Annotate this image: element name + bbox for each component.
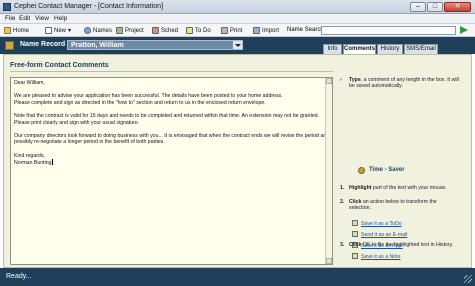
link-label: Save it as a ToDo: [361, 221, 402, 227]
window-title: Cephei Contact Manager - [Contact Inform…: [14, 3, 164, 10]
name-record-select[interactable]: Pratton, William: [67, 40, 243, 50]
link-label: Save it as a Note: [361, 254, 401, 260]
chevron-down-icon[interactable]: [232, 41, 242, 49]
printer-icon: [221, 27, 228, 34]
step-number: 2.: [340, 199, 345, 205]
scroll-up-button[interactable]: [326, 78, 332, 84]
save-as-todo-link[interactable]: Save it as a ToDo: [352, 220, 402, 228]
step-text: an action below to transform the selecti…: [349, 199, 437, 212]
app-icon: [3, 3, 11, 11]
hint-bullet: ›: [340, 77, 342, 83]
names-button[interactable]: Names: [84, 26, 112, 35]
memo-line: Our company directors look forward to do…: [14, 132, 330, 139]
menu-file[interactable]: File: [5, 15, 15, 22]
scroll-down-button[interactable]: [326, 258, 332, 264]
memo-line: Kind regards,: [14, 152, 45, 159]
print-label: Print: [230, 27, 243, 34]
memo-line: possibly re-negotiate a longer period in…: [14, 139, 165, 146]
text-caret: [51, 159, 53, 166]
import-button[interactable]: Import: [253, 26, 279, 35]
section-title: Free-form Contact Comments: [10, 62, 109, 69]
names-label: Names: [93, 27, 113, 34]
project-button[interactable]: Project: [116, 26, 144, 35]
calendar-icon: [152, 27, 159, 34]
menu-edit[interactable]: Edit: [19, 15, 30, 22]
comments-text: Dear William, We are pleased to advise y…: [14, 80, 330, 167]
resize-grip-icon[interactable]: [464, 275, 472, 283]
tab-history[interactable]: History: [377, 44, 403, 54]
status-bar: Ready...: [0, 268, 475, 286]
comments-textarea[interactable]: Dear William, We are pleased to advise y…: [10, 77, 333, 265]
close-button[interactable]: ✕: [444, 2, 471, 12]
link-label: Send it as an E-mail: [361, 232, 408, 238]
names-icon: [84, 27, 91, 34]
time-saver-title: Time - Saver: [369, 167, 405, 173]
step-text: part of the text with your mouse.: [371, 185, 447, 191]
note-icon: [352, 253, 358, 259]
project-icon: [116, 27, 123, 34]
menu-bar: File Edit View Help: [0, 14, 475, 24]
maximize-button[interactable]: □: [427, 2, 443, 12]
toolbar: Home New ▾ Names Project Sched To Do Pri…: [0, 24, 475, 37]
chevron-down-icon: ▾: [68, 28, 72, 34]
record-icon: [5, 41, 14, 50]
print-button[interactable]: Print: [221, 26, 242, 35]
help-panel: › Type, a comment of any length in the b…: [340, 73, 465, 265]
todo-icon: [352, 220, 358, 226]
hint-bold: Type: [349, 77, 361, 83]
memo-line: Please complete and sign as directed in …: [14, 99, 266, 106]
import-label: Import: [262, 27, 280, 34]
step-number: 3.: [340, 242, 345, 248]
home-icon: [4, 27, 11, 34]
step-bold: Click: [349, 242, 362, 248]
new-icon: [45, 27, 52, 34]
memo-line: Note that the contract is valid for 15 d…: [14, 112, 320, 119]
step-bold: Highlight: [349, 185, 372, 191]
name-record-label: Name Record :: [20, 41, 70, 48]
new-label: New: [54, 27, 67, 34]
go-arrow-icon[interactable]: [460, 26, 468, 34]
new-button[interactable]: New ▾: [45, 26, 71, 35]
sched-label: Sched: [161, 27, 179, 34]
minimize-button[interactable]: –: [410, 2, 426, 12]
status-text: Ready...: [6, 273, 32, 280]
name-search-input[interactable]: [321, 26, 456, 35]
memo-line: We are pleased to advise your applicatio…: [14, 93, 283, 100]
save-as-note-link[interactable]: Save it as a Note: [352, 253, 401, 261]
title-bar: Cephei Contact Manager - [Contact Inform…: [0, 0, 475, 14]
sched-button[interactable]: Sched: [152, 26, 178, 35]
todo-button[interactable]: To Do: [186, 26, 211, 35]
step-number: 1.: [340, 185, 345, 191]
clock-icon: [358, 167, 365, 174]
home-button[interactable]: Home: [4, 26, 29, 35]
memo-line-last: Norman Bunting: [14, 159, 330, 167]
menu-view[interactable]: View: [35, 15, 49, 22]
project-label: Project: [125, 27, 144, 34]
memo-line: Norman Bunting: [14, 160, 52, 167]
menu-help[interactable]: Help: [54, 15, 67, 22]
step-text: OK to file the highlighted text in Histo…: [361, 242, 454, 248]
memo-line: Dear William,: [14, 80, 45, 86]
divider: [10, 71, 333, 72]
name-record-value: Pratton, William: [71, 42, 124, 49]
tab-info[interactable]: Info: [323, 44, 342, 54]
home-label: Home: [13, 27, 30, 34]
send-as-email-link[interactable]: Send it as an E-mail: [352, 231, 407, 239]
memo-scrollbar[interactable]: [325, 78, 332, 264]
memo-line: Please print clearly and sign with your …: [14, 119, 140, 126]
email-icon: [352, 231, 358, 237]
time-saver-header: Time - Saver: [340, 166, 465, 175]
step-bold: Click: [349, 199, 362, 205]
import-icon: [253, 27, 260, 34]
todo-icon: [186, 27, 193, 34]
hint-text: , a comment of any length in the box. It…: [349, 77, 459, 90]
tab-sms-email[interactable]: SMS/Email: [404, 44, 438, 54]
todo-label: To Do: [195, 27, 211, 34]
